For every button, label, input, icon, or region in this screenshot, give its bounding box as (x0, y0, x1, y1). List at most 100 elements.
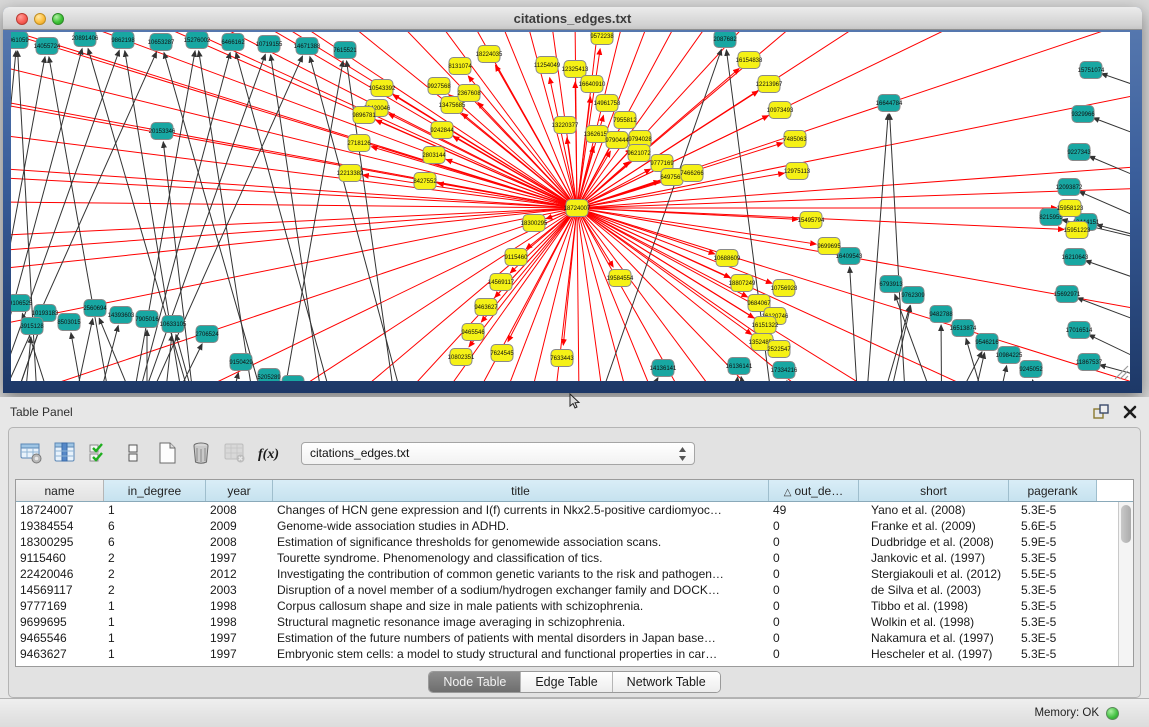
graph-node[interactable]: 9621072 (627, 145, 651, 162)
column-header-name[interactable]: name (16, 480, 104, 501)
tab-network-table[interactable]: Network Table (613, 672, 720, 692)
graph-node[interactable]: 2803144 (422, 147, 446, 164)
table-row[interactable]: 1938455462009Genome-wide association stu… (16, 518, 1118, 534)
graph-node[interactable]: 16513874 (950, 320, 977, 337)
graph-node[interactable]: 9790444 (605, 132, 629, 149)
graph-node[interactable]: 16154838 (736, 52, 763, 69)
graph-node[interactable]: 9546216 (975, 334, 999, 351)
row-height-button[interactable] (119, 439, 147, 467)
graph-node[interactable]: 17016514 (1066, 322, 1093, 339)
function-builder-button[interactable]: f(x) (255, 439, 283, 467)
graph-node[interactable]: 14961758 (594, 95, 621, 112)
graph-node[interactable]: 15276002 (184, 32, 211, 49)
graph-node[interactable]: 7905016 (135, 311, 159, 328)
table-row[interactable]: 2242004622012Investigating the contribut… (16, 566, 1118, 582)
graph-node[interactable]: 12093872 (1056, 179, 1083, 196)
graph-node[interactable]: 19106525 (11, 295, 33, 312)
graph-node[interactable]: 12213967 (756, 76, 783, 93)
graph-node[interactable]: 7466266 (680, 165, 704, 182)
graph-node[interactable]: 9227343 (1067, 144, 1091, 161)
graph-node[interactable]: 19584554 (607, 270, 634, 287)
graph-node[interactable]: 2718126 (347, 135, 371, 152)
graph-node[interactable]: 9242844 (430, 122, 454, 139)
graph-node[interactable]: 8131074 (448, 58, 472, 75)
graph-node[interactable]: 6466162 (221, 34, 245, 51)
column-header-in_degree[interactable]: in_degree (104, 480, 206, 501)
graph-node[interactable]: 7624545 (490, 345, 514, 362)
graph-node[interactable]: 18224035 (476, 46, 503, 63)
graph-node[interactable]: 18807249 (729, 275, 756, 292)
graph-node[interactable]: 10719155 (256, 36, 283, 53)
graph-node[interactable]: 8427552 (413, 173, 437, 190)
graph-node[interactable]: 14055724 (34, 38, 61, 55)
graph-node[interactable]: 20891406 (72, 32, 99, 47)
graph-node[interactable]: 14569117 (488, 274, 515, 291)
column-select-button[interactable] (51, 439, 79, 467)
table-row[interactable]: 1872400712008Changes of HCN gene express… (16, 502, 1118, 518)
graph-node[interactable]: 12975113 (784, 163, 811, 180)
column-header-out_de[interactable]: △out_de… (769, 480, 859, 501)
graph-node[interactable]: 5205289 (257, 369, 281, 382)
graph-node[interactable]: 10543392 (369, 80, 396, 97)
graph-node[interactable]: 15692971 (1054, 286, 1081, 303)
table-row[interactable]: 911546021997Tourette syndrome. Phenomeno… (16, 550, 1118, 566)
graph-node[interactable]: 9329966 (1071, 106, 1095, 123)
graph-node[interactable]: 9927568 (427, 78, 451, 95)
graph-node[interactable]: 10633105 (160, 316, 187, 333)
graph-node[interactable]: 20153346 (149, 123, 176, 140)
graph-node[interactable]: 9572238 (590, 32, 614, 45)
graph-node[interactable]: 12213382 (337, 165, 364, 182)
graph-node[interactable]: 16644784 (876, 95, 903, 112)
graph-node[interactable]: 16151322 (752, 317, 779, 334)
table-row[interactable]: 946554611997Estimation of the future num… (16, 630, 1118, 646)
table-scrollbar[interactable] (1118, 502, 1133, 666)
graph-node[interactable]: 7615521 (333, 42, 357, 59)
graph-node[interactable]: 13220377 (552, 117, 579, 134)
graph-node[interactable]: 7633443 (550, 350, 574, 367)
graph-node[interactable]: 3915128 (20, 318, 44, 335)
graph-node[interactable]: 14136141 (650, 360, 677, 377)
memory-status-indicator[interactable] (1106, 707, 1119, 720)
graph-node[interactable]: 6793913 (879, 276, 903, 293)
graph-node[interactable]: 15495794 (798, 212, 825, 229)
graph-node[interactable]: 7955812 (613, 112, 637, 129)
graph-node[interactable]: 16210643 (1062, 249, 1089, 266)
delete-button[interactable] (187, 439, 215, 467)
graph-node[interactable]: 9465546 (461, 324, 485, 341)
graph-node[interactable]: 15751074 (1078, 62, 1105, 79)
network-graph-canvas[interactable]: 2061059140557242089140698621981065328715… (11, 32, 1130, 381)
graph-node[interactable]: 2522547 (767, 341, 791, 358)
float-panel-icon[interactable] (1093, 404, 1111, 420)
graph-node[interactable]: 10688609 (714, 250, 741, 267)
graph-node[interactable]: 8503015 (57, 314, 81, 331)
graph-node[interactable]: 9463627 (474, 299, 498, 316)
graph-node[interactable]: 10756928 (771, 280, 798, 297)
graph-node[interactable]: 9896781 (352, 107, 376, 124)
graph-node[interactable]: 12325413 (562, 61, 589, 78)
table-row[interactable]: 1456911722003Disruption of a novel membe… (16, 582, 1118, 598)
column-header-year[interactable]: year (206, 480, 273, 501)
graph-node[interactable]: 2087682 (713, 32, 737, 48)
graph-node[interactable]: 9862198 (111, 32, 135, 49)
table-row[interactable]: 1830029562008Estimation of significance … (16, 534, 1118, 550)
graph-node[interactable]: 9115460 (505, 249, 529, 266)
tab-node-table[interactable]: Node Table (429, 672, 521, 692)
table-row[interactable]: 946362711997Embryonic stem cells: a mode… (16, 646, 1118, 662)
graph-hub-node[interactable]: 18724007 (564, 200, 591, 217)
close-panel-icon[interactable] (1121, 404, 1139, 420)
graph-node[interactable]: 9699695 (817, 238, 841, 255)
graph-node[interactable]: 10984225 (996, 347, 1023, 364)
tab-edge-table[interactable]: Edge Table (521, 672, 612, 692)
graph-node[interactable]: 7485063 (783, 131, 807, 148)
graph-node[interactable]: 12505794 (280, 376, 307, 382)
select-all-checks-button[interactable] (85, 439, 113, 467)
graph-node[interactable]: 16136141 (726, 358, 753, 375)
column-header-pagerank[interactable]: pagerank (1009, 480, 1097, 501)
graph-node[interactable]: 15958123 (1057, 200, 1084, 217)
graph-node[interactable]: 16640910 (579, 76, 606, 93)
graph-node[interactable]: 15951223 (1064, 222, 1091, 239)
graph-node[interactable]: 9482788 (929, 306, 953, 323)
graph-node[interactable]: 2560694 (83, 300, 107, 317)
graph-node[interactable]: 17334216 (771, 362, 798, 379)
graph-node[interactable]: 18300295 (521, 215, 548, 232)
